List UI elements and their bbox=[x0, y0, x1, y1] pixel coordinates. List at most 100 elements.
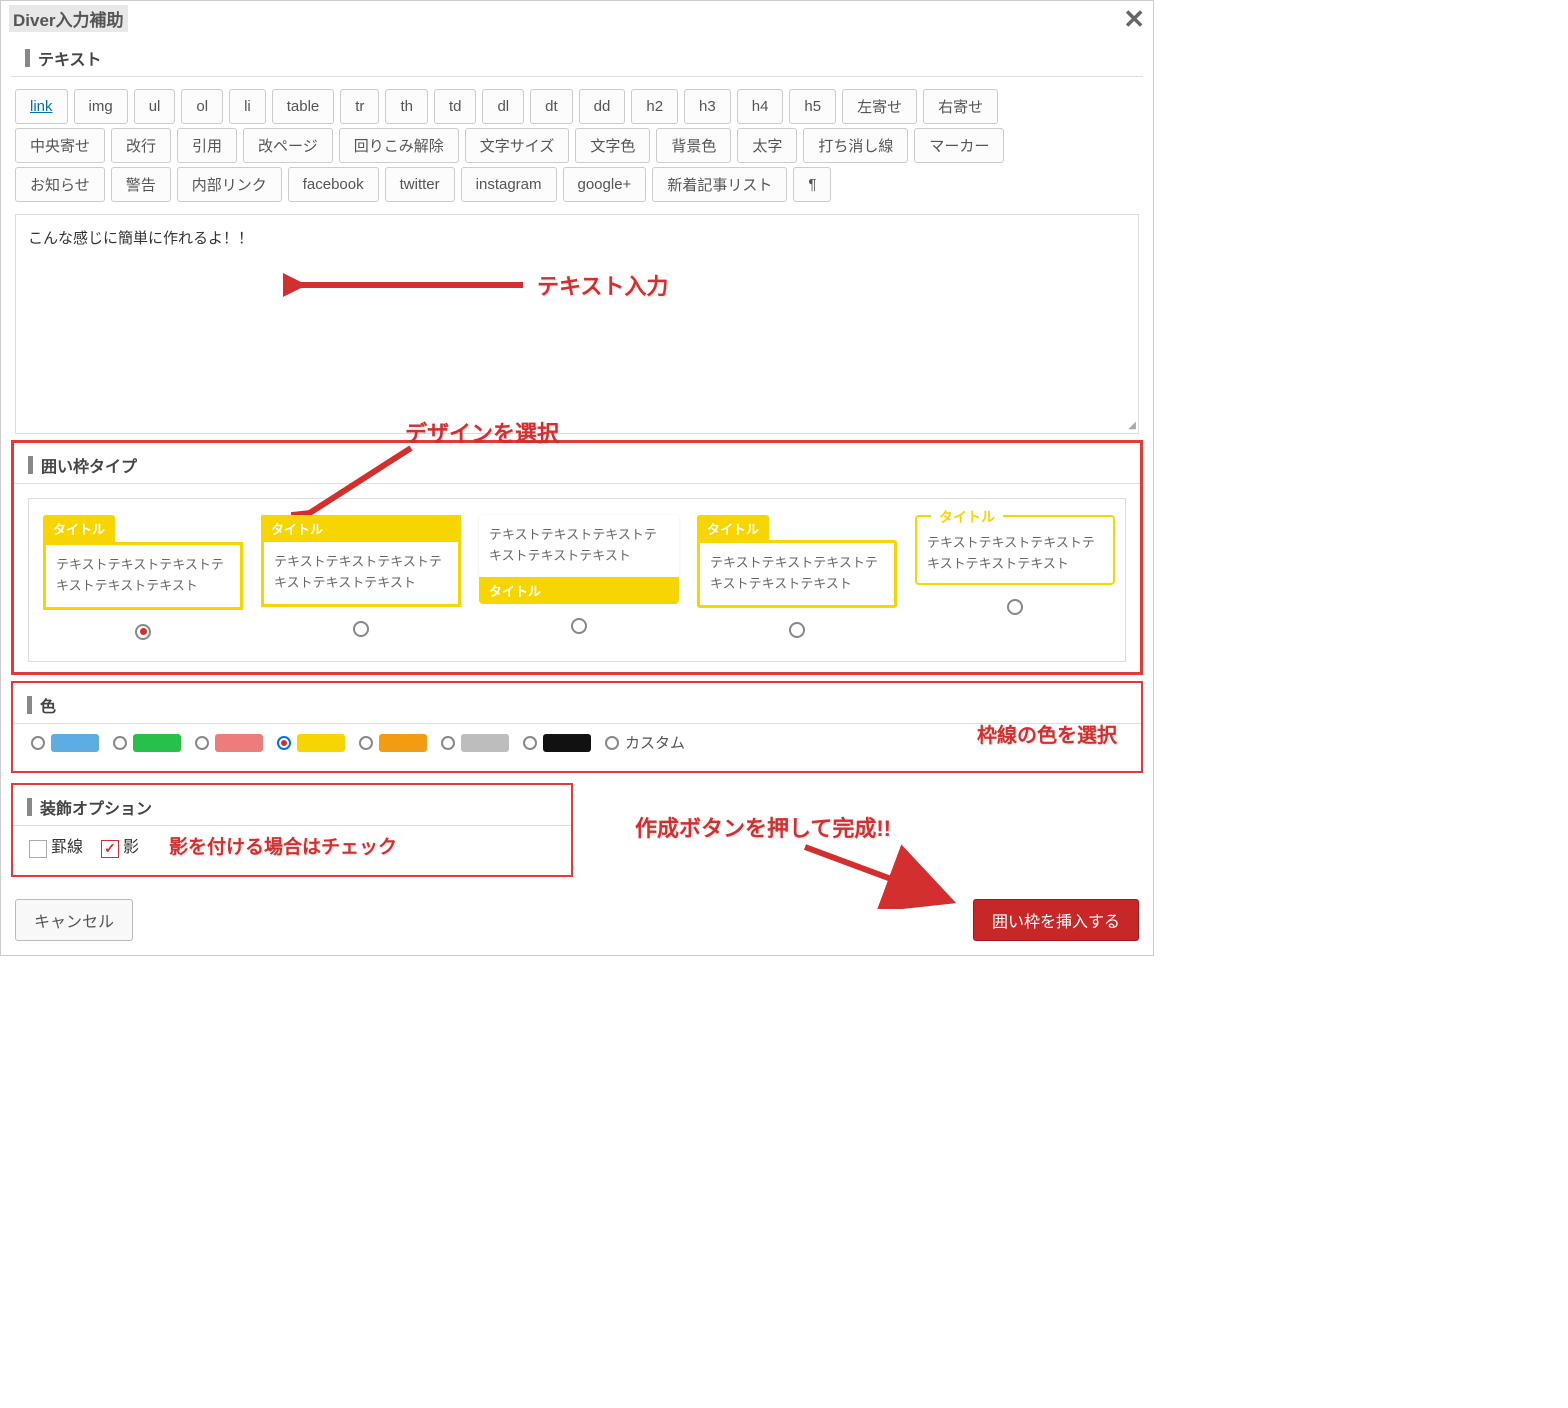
tool-recent-posts[interactable]: 新着記事リスト bbox=[652, 167, 787, 202]
tool-align-center[interactable]: 中央寄せ bbox=[15, 128, 105, 163]
frame-option-2[interactable]: タイトル テキストテキストテキストテキストテキストテキスト bbox=[261, 515, 461, 649]
tool-br[interactable]: 改行 bbox=[111, 128, 171, 163]
text-input-value: こんな感じに簡単に作れるよ！！ bbox=[28, 230, 253, 247]
frame-option-1[interactable]: タイトル テキストテキストテキストテキストテキストテキスト bbox=[43, 515, 243, 649]
checkbox-checked-icon[interactable] bbox=[101, 840, 119, 858]
tool-warning[interactable]: 警告 bbox=[111, 167, 171, 202]
toolbar-row-1: link img ul ol li table tr th td dl dt d… bbox=[1, 77, 1153, 128]
radio-frame-2[interactable] bbox=[353, 621, 369, 637]
section-title-deco: 装飾オプション bbox=[40, 795, 152, 819]
text-input-area[interactable]: こんな感じに簡単に作れるよ！！ ◢ bbox=[15, 214, 1139, 434]
tool-img[interactable]: img bbox=[74, 89, 128, 124]
annotation-create-done: 作成ボタンを押して完成!! bbox=[635, 811, 891, 843]
titlebar: Diver入力補助 ✕ bbox=[1, 1, 1153, 36]
color-option-yellow[interactable] bbox=[277, 734, 345, 752]
tool-font-size[interactable]: 文字サイズ bbox=[465, 128, 570, 163]
tool-font-color[interactable]: 文字色 bbox=[575, 128, 650, 163]
frame-option-5[interactable]: タイトル テキストテキストテキストテキストテキストテキスト bbox=[915, 515, 1115, 649]
frame-title-tab: タイトル bbox=[43, 515, 115, 542]
tool-link[interactable]: link bbox=[15, 89, 68, 124]
tool-paragraph[interactable]: ¶ bbox=[793, 167, 831, 202]
deco-option-border[interactable]: 罫線 bbox=[29, 833, 83, 857]
frame-body: テキストテキストテキストテキストテキストテキスト bbox=[261, 542, 461, 607]
tool-th[interactable]: th bbox=[385, 89, 428, 124]
color-option-black[interactable] bbox=[523, 734, 591, 752]
tool-googleplus[interactable]: google+ bbox=[563, 167, 647, 202]
tool-notice[interactable]: お知らせ bbox=[15, 167, 105, 202]
tool-instagram[interactable]: instagram bbox=[461, 167, 557, 202]
radio-frame-3[interactable] bbox=[571, 618, 587, 634]
tool-quote[interactable]: 引用 bbox=[177, 128, 237, 163]
section-header-deco: 装飾オプション bbox=[13, 785, 571, 826]
radio-frame-1[interactable] bbox=[135, 624, 151, 640]
color-option-orange[interactable] bbox=[359, 734, 427, 752]
deco-label-border: 罫線 bbox=[51, 839, 83, 856]
frame-preview: タイトル テキストテキストテキストテキストテキストテキスト bbox=[43, 515, 243, 610]
custom-label: カスタム bbox=[625, 732, 685, 753]
color-option-green[interactable] bbox=[113, 734, 181, 752]
tool-dd[interactable]: dd bbox=[579, 89, 626, 124]
deco-label-shadow: 影 bbox=[123, 839, 139, 856]
tool-bold[interactable]: 太字 bbox=[737, 128, 797, 163]
color-section: 色 カスタム 枠線の色を選択 bbox=[11, 681, 1143, 773]
tool-internal-link[interactable]: 内部リンク bbox=[177, 167, 282, 202]
deco-option-shadow[interactable]: 影 bbox=[101, 833, 139, 857]
close-icon[interactable]: ✕ bbox=[1123, 6, 1145, 32]
tool-clear-float[interactable]: 回りこみ解除 bbox=[339, 128, 459, 163]
tool-dl[interactable]: dl bbox=[482, 89, 524, 124]
resize-handle-icon[interactable]: ◢ bbox=[1128, 420, 1136, 431]
frame-title-float: タイトル bbox=[931, 507, 1003, 527]
tool-ol[interactable]: ol bbox=[181, 89, 223, 124]
radio-frame-4[interactable] bbox=[789, 622, 805, 638]
toolbar-row-3: お知らせ 警告 内部リンク facebook twitter instagram… bbox=[1, 167, 1153, 206]
tool-td[interactable]: td bbox=[434, 89, 477, 124]
tool-pagebreak[interactable]: 改ページ bbox=[243, 128, 333, 163]
frame-body: テキストテキストテキストテキストテキストテキスト bbox=[927, 533, 1103, 575]
radio-frame-5[interactable] bbox=[1007, 599, 1023, 615]
frame-body: テキストテキストテキストテキストテキストテキスト bbox=[697, 540, 897, 608]
tool-h5[interactable]: h5 bbox=[789, 89, 836, 124]
decoration-row: 罫線 影 影を付ける場合はチェック bbox=[13, 826, 571, 865]
frame-title-tab: タイトル bbox=[261, 515, 461, 542]
tool-h2[interactable]: h2 bbox=[631, 89, 678, 124]
tool-facebook[interactable]: facebook bbox=[288, 167, 379, 202]
checkbox-icon[interactable] bbox=[29, 840, 47, 858]
section-title-frame: 囲い枠タイプ bbox=[41, 453, 137, 477]
tool-marker[interactable]: マーカー bbox=[914, 128, 1004, 163]
frame-body: テキストテキストテキストテキストテキストテキスト bbox=[43, 542, 243, 610]
frame-option-3[interactable]: テキストテキストテキストテキストテキストテキスト タイトル bbox=[479, 515, 679, 649]
tool-ul[interactable]: ul bbox=[134, 89, 176, 124]
section-title-text: テキスト bbox=[38, 46, 102, 70]
color-option-pink[interactable] bbox=[195, 734, 263, 752]
frame-type-list: タイトル テキストテキストテキストテキストテキストテキスト タイトル テキストテ… bbox=[28, 498, 1126, 662]
color-option-blue[interactable] bbox=[31, 734, 99, 752]
frame-option-4[interactable]: タイトル テキストテキストテキストテキストテキストテキスト bbox=[697, 515, 897, 649]
tool-dt[interactable]: dt bbox=[530, 89, 573, 124]
color-option-custom[interactable]: カスタム bbox=[605, 732, 685, 753]
section-header-frame: 囲い枠タイプ bbox=[14, 443, 1140, 484]
tool-align-left[interactable]: 左寄せ bbox=[842, 89, 917, 124]
frame-preview: タイトル テキストテキストテキストテキストテキストテキスト bbox=[697, 515, 897, 608]
annotation-shadow-check: 影を付ける場合はチェック bbox=[169, 832, 397, 859]
tool-twitter[interactable]: twitter bbox=[385, 167, 455, 202]
color-option-gray[interactable] bbox=[441, 734, 509, 752]
frame-preview: タイトル テキストテキストテキストテキストテキストテキスト bbox=[261, 515, 461, 607]
cancel-button[interactable]: キャンセル bbox=[15, 899, 133, 941]
tool-table[interactable]: table bbox=[272, 89, 335, 124]
toolbar-row-2: 中央寄せ 改行 引用 改ページ 回りこみ解除 文字サイズ 文字色 背景色 太字 … bbox=[1, 128, 1153, 167]
tool-h3[interactable]: h3 bbox=[684, 89, 731, 124]
frame-type-section: 囲い枠タイプ タイトル テキストテキストテキストテキストテキストテキスト タイト… bbox=[11, 440, 1143, 675]
frame-preview: テキストテキストテキストテキストテキストテキスト タイトル bbox=[479, 515, 679, 604]
tool-align-right[interactable]: 右寄せ bbox=[923, 89, 998, 124]
dialog-footer: キャンセル 囲い枠を挿入する bbox=[1, 891, 1153, 955]
diver-dialog: Diver入力補助 ✕ テキスト link img ul ol li table… bbox=[0, 0, 1154, 956]
insert-button[interactable]: 囲い枠を挿入する bbox=[973, 899, 1139, 941]
section-title-color: 色 bbox=[40, 693, 56, 717]
tool-h4[interactable]: h4 bbox=[737, 89, 784, 124]
decoration-section: 装飾オプション 罫線 影 影を付ける場合はチェック bbox=[11, 783, 573, 877]
tool-li[interactable]: li bbox=[229, 89, 266, 124]
tool-strike[interactable]: 打ち消し線 bbox=[803, 128, 908, 163]
tool-bg-color[interactable]: 背景色 bbox=[656, 128, 731, 163]
tool-tr[interactable]: tr bbox=[340, 89, 379, 124]
frame-title-bottom: タイトル bbox=[479, 577, 679, 604]
